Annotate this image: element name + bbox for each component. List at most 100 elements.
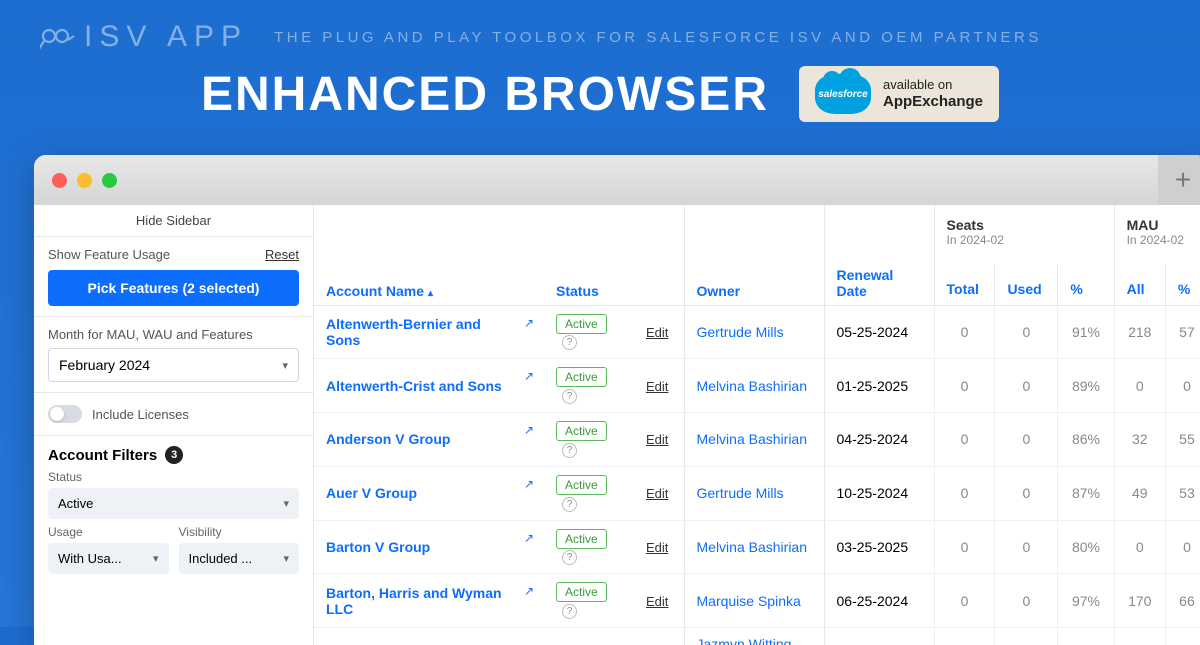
seats-total: 0: [934, 520, 995, 574]
appexchange-badge[interactable]: salesforce available on AppExchange: [799, 66, 999, 122]
help-icon[interactable]: ?: [562, 497, 577, 512]
window-close-button[interactable]: [52, 173, 67, 188]
badge-text: available on AppExchange: [883, 77, 983, 111]
status-badge: Active: [556, 421, 607, 441]
seats-total: 0: [934, 359, 995, 413]
status-badge: Active: [556, 582, 607, 602]
seats-pct: [1058, 628, 1114, 645]
tagline: THE PLUG AND PLAY TOOLBOX FOR SALESFORCE…: [274, 29, 1042, 46]
window-minimize-button[interactable]: [77, 173, 92, 188]
external-link-icon[interactable]: ↗: [524, 531, 534, 545]
account-link[interactable]: Barton, Harris and Wyman LLC: [326, 585, 502, 617]
status-badge: Active: [556, 529, 607, 549]
seats-total: 0: [934, 305, 995, 359]
seats-total: [934, 628, 995, 645]
window-maximize-button[interactable]: [102, 173, 117, 188]
accounts-table: Account Name▴ Status Owner Renewal Date …: [314, 205, 1200, 645]
include-licenses-toggle[interactable]: [48, 405, 82, 423]
renewal-date: [824, 628, 934, 645]
edit-link[interactable]: Edit: [646, 540, 668, 555]
col-group-mau: MAU In 2024-02: [1114, 205, 1200, 265]
owner-link[interactable]: Jazmyn Witting: [697, 636, 792, 645]
col-mau-pct[interactable]: %: [1165, 265, 1200, 305]
col-seats-total[interactable]: Total: [934, 265, 995, 305]
include-licenses-label: Include Licenses: [92, 407, 189, 422]
edit-link[interactable]: Edit: [646, 379, 668, 394]
account-link[interactable]: Altenwerth-Crist and Sons: [326, 378, 502, 394]
seats-used: 0: [995, 520, 1058, 574]
table-row: Jazmyn Witting: [314, 628, 1200, 645]
month-select[interactable]: February 2024 ▾: [48, 348, 299, 382]
col-seats-pct[interactable]: %: [1058, 265, 1114, 305]
seats-used: 0: [995, 413, 1058, 467]
sidebar: Hide Sidebar Show Feature Usage Reset Pi…: [34, 205, 314, 645]
mau-all: 49: [1114, 466, 1165, 520]
edit-link[interactable]: Edit: [646, 594, 668, 609]
help-icon[interactable]: ?: [562, 335, 577, 350]
col-owner[interactable]: Owner: [684, 205, 824, 305]
renewal-date: 03-25-2025: [824, 520, 934, 574]
visibility-filter-select[interactable]: Included ... ▾: [179, 543, 300, 574]
col-renewal[interactable]: Renewal Date: [824, 205, 934, 305]
mau-pct: 0: [1165, 359, 1200, 413]
edit-link[interactable]: Edit: [646, 486, 668, 501]
edit-link[interactable]: Edit: [646, 432, 668, 447]
col-edit: [634, 205, 684, 305]
seats-pct: 91%: [1058, 305, 1114, 359]
owner-link[interactable]: Melvina Bashirian: [697, 539, 808, 555]
owner-link[interactable]: Gertrude Mills: [697, 485, 784, 501]
owner-link[interactable]: Gertrude Mills: [697, 324, 784, 340]
account-link[interactable]: Altenwerth-Bernier and Sons: [326, 316, 481, 348]
seats-used: [995, 628, 1058, 645]
col-seats-used[interactable]: Used: [995, 265, 1058, 305]
help-icon[interactable]: ?: [562, 389, 577, 404]
col-status[interactable]: Status: [544, 205, 634, 305]
account-link[interactable]: Barton V Group: [326, 539, 430, 555]
external-link-icon[interactable]: ↗: [524, 584, 534, 598]
mau-all: 0: [1114, 520, 1165, 574]
reset-button[interactable]: Reset: [265, 247, 299, 262]
mau-all: 218: [1114, 305, 1165, 359]
col-account[interactable]: Account Name▴: [314, 205, 544, 305]
account-link[interactable]: Anderson V Group: [326, 431, 450, 447]
show-usage-label: Show Feature Usage: [48, 247, 170, 262]
mau-pct: 55: [1165, 413, 1200, 467]
account-link[interactable]: Auer V Group: [326, 485, 417, 501]
window-chrome: +: [34, 155, 1200, 205]
col-mau-all[interactable]: All: [1114, 265, 1165, 305]
owner-link[interactable]: Melvina Bashirian: [697, 378, 808, 394]
new-tab-button[interactable]: +: [1158, 155, 1200, 205]
seats-used: 0: [995, 466, 1058, 520]
hide-sidebar-button[interactable]: Hide Sidebar: [34, 205, 313, 237]
sort-asc-icon: ▴: [428, 288, 433, 299]
help-icon[interactable]: ?: [562, 550, 577, 565]
external-link-icon[interactable]: ↗: [524, 369, 534, 383]
seats-total: 0: [934, 574, 995, 628]
help-icon[interactable]: ?: [562, 604, 577, 619]
logo-icon: [40, 25, 76, 49]
edit-link[interactable]: Edit: [646, 325, 668, 340]
renewal-date: 10-25-2024: [824, 466, 934, 520]
owner-link[interactable]: Melvina Bashirian: [697, 431, 808, 447]
external-link-icon[interactable]: ↗: [524, 316, 534, 330]
owner-link[interactable]: Marquise Spinka: [697, 593, 801, 609]
renewal-date: 04-25-2024: [824, 413, 934, 467]
external-link-icon[interactable]: ↗: [524, 477, 534, 491]
mau-pct: [1165, 628, 1200, 645]
salesforce-cloud-icon: salesforce: [815, 74, 871, 114]
renewal-date: 01-25-2025: [824, 359, 934, 413]
seats-used: 0: [995, 359, 1058, 413]
seats-total: 0: [934, 466, 995, 520]
mau-pct: 0: [1165, 520, 1200, 574]
brand-name: ISV APP: [84, 20, 248, 54]
page-title: ENHANCED BROWSER: [201, 67, 769, 122]
table-row: Barton V Group ↗ Active? Edit Melvina Bas…: [314, 520, 1200, 574]
table-row: Altenwerth-Crist and Sons↗ Active? Edit …: [314, 359, 1200, 413]
pick-features-button[interactable]: Pick Features (2 selected): [48, 270, 299, 306]
mau-pct: 53: [1165, 466, 1200, 520]
external-link-icon[interactable]: ↗: [524, 423, 534, 437]
usage-filter-select[interactable]: With Usa... ▾: [48, 543, 169, 574]
account-filters-title: Account Filters: [48, 447, 157, 464]
help-icon[interactable]: ?: [562, 443, 577, 458]
status-filter-select[interactable]: Active ▾: [48, 488, 299, 519]
